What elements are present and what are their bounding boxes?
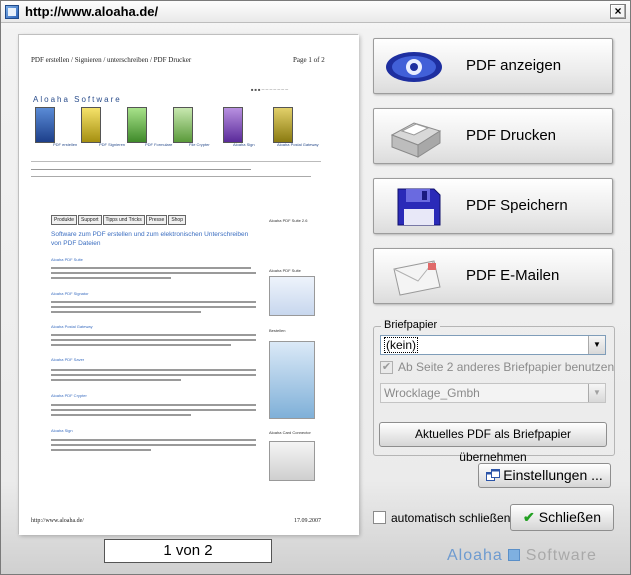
preview-header-right: Page 1 of 2 — [293, 56, 325, 64]
preview-nav-tabs: Produkte Support Tipps und Tricks Presse Sho… — [51, 215, 187, 225]
button-label: PDF Speichern — [466, 197, 568, 214]
preview-section-title: Aloaha PDF Crypter — [51, 393, 87, 398]
product-box-image — [173, 107, 193, 143]
preview-tab: Shop — [168, 215, 186, 225]
preview-product-label: Aloaha Sign — [233, 142, 255, 147]
chevron-down-icon[interactable]: ▼ — [588, 384, 605, 402]
floppy-disk-icon — [397, 188, 441, 226]
eye-icon — [386, 52, 442, 82]
pdf-anzeigen-button[interactable]: PDF anzeigen — [373, 38, 613, 94]
preview-side-label: Aloaha PDF Suite — [269, 268, 301, 273]
page-counter: 1 von 2 — [104, 539, 272, 563]
preview-side-label: Aloaha Card Connector — [269, 430, 311, 435]
pdf-drucken-button[interactable]: PDF Drucken — [373, 108, 613, 164]
einstellungen-button[interactable]: Einstellungen ... — [478, 463, 611, 488]
preview-logo: Aloaha Software — [33, 95, 122, 104]
window-settings-icon — [486, 469, 501, 481]
window-title: http://www.aloaha.de/ — [25, 4, 159, 19]
preview-section-title: Aloaha PDF Signator — [51, 291, 89, 296]
preview-thumbnail — [269, 441, 315, 481]
page2-briefpapier-checkbox-label: Ab Seite 2 anderes Briefpapier benutzen — [398, 360, 615, 374]
preview-product-label: PDF Formulare — [145, 142, 173, 147]
einstellungen-label: Einstellungen ... — [503, 467, 603, 483]
preview-thumbnail — [269, 341, 315, 419]
preview-product-label: PDF erstellen — [53, 142, 78, 147]
preview-language-flags: ■ ■ ■ ─ ─ ─ ─ ─ ─ ─ — [251, 87, 289, 92]
product-box-image — [223, 107, 243, 143]
briefpapier-group-label: Briefpapier — [381, 319, 441, 331]
preview-tab: Support — [78, 215, 102, 225]
preview-section-title: Aloaha Postal Gateway — [51, 324, 93, 329]
envelope-icon — [393, 260, 441, 296]
preview-footer-left: http://www.aloaha.de/ — [31, 518, 84, 524]
brand-name: Aloaha — [447, 547, 503, 564]
pdf-speichern-button[interactable]: PDF Speichern — [373, 178, 613, 234]
brand-name-suffix: Software — [525, 547, 597, 564]
preview-section-title: Aloaha Sign — [51, 428, 73, 433]
schliessen-button[interactable]: ✔ Schließen — [510, 504, 614, 531]
preview-footer-right: 17.09.2007 — [294, 518, 321, 524]
printer-icon — [390, 122, 442, 158]
briefpapier-select[interactable]: (kein) ▼ — [380, 335, 606, 355]
preview-thumbnail — [269, 276, 315, 316]
preview-divider — [31, 169, 251, 170]
preview-tab: Produkte — [51, 215, 78, 225]
preview-product-label: Aloaha Postal Gateway — [277, 142, 319, 147]
pdf-e-mailen-button[interactable]: PDF E-Mailen — [373, 248, 613, 304]
aloaha-software-logo: Aloaha Software — [447, 547, 597, 565]
preview-product-label: File Crypter — [189, 142, 210, 147]
preview-section-title: Aloaha PDF Suite — [51, 257, 83, 262]
chevron-down-icon[interactable]: ▼ — [588, 336, 605, 354]
preview-side-label: Bestellen — [269, 328, 286, 333]
preview-product-images — [35, 107, 295, 147]
page2-briefpapier-value: Wrocklage_Gmbh — [384, 386, 480, 400]
close-window-button[interactable]: × — [610, 4, 626, 19]
auto-close-checkbox[interactable] — [373, 511, 386, 524]
auto-close-label: automatisch schließen — [391, 511, 511, 525]
preview-tab: Presse — [145, 215, 168, 225]
preview-side-label: Aloaha PDF Suite 2.6 — [269, 218, 308, 223]
apply-briefpapier-button[interactable]: Aktuelles PDF als Briefpapier übernehmen — [379, 422, 607, 464]
schliessen-label: Schließen — [538, 509, 601, 525]
preview-header-left: PDF erstellen / Signieren / unterschreib… — [31, 56, 192, 64]
logo-icon — [508, 549, 521, 561]
product-box-image — [81, 107, 101, 143]
preview-section-title: Aloaha PDF Saver — [51, 357, 85, 362]
preview-divider — [31, 161, 321, 162]
briefpapier-selected-value: (kein) — [384, 337, 419, 353]
preview-product-label: PDF Signieren — [99, 142, 126, 147]
preview-heading: Software zum PDF erstellen und zum elekt… — [51, 231, 249, 247]
button-label: PDF Drucken — [466, 127, 557, 144]
checkmark-icon: ✔ — [523, 509, 535, 525]
title-bar: http://www.aloaha.de/ × — [1, 1, 630, 23]
preview-tab: Tipps und Tricks — [102, 215, 145, 225]
product-box-image — [273, 107, 293, 143]
product-box-image — [35, 107, 55, 143]
page2-briefpapier-checkbox[interactable]: ✔ — [380, 361, 393, 374]
button-label: PDF anzeigen — [466, 57, 562, 74]
main-window: http://www.aloaha.de/ × PDF erstellen / … — [0, 0, 631, 575]
app-icon — [5, 5, 19, 19]
product-box-image — [127, 107, 147, 143]
page2-briefpapier-select[interactable]: Wrocklage_Gmbh ▼ — [380, 383, 606, 403]
button-label: PDF E-Mailen — [466, 267, 560, 284]
preview-divider — [31, 176, 311, 177]
